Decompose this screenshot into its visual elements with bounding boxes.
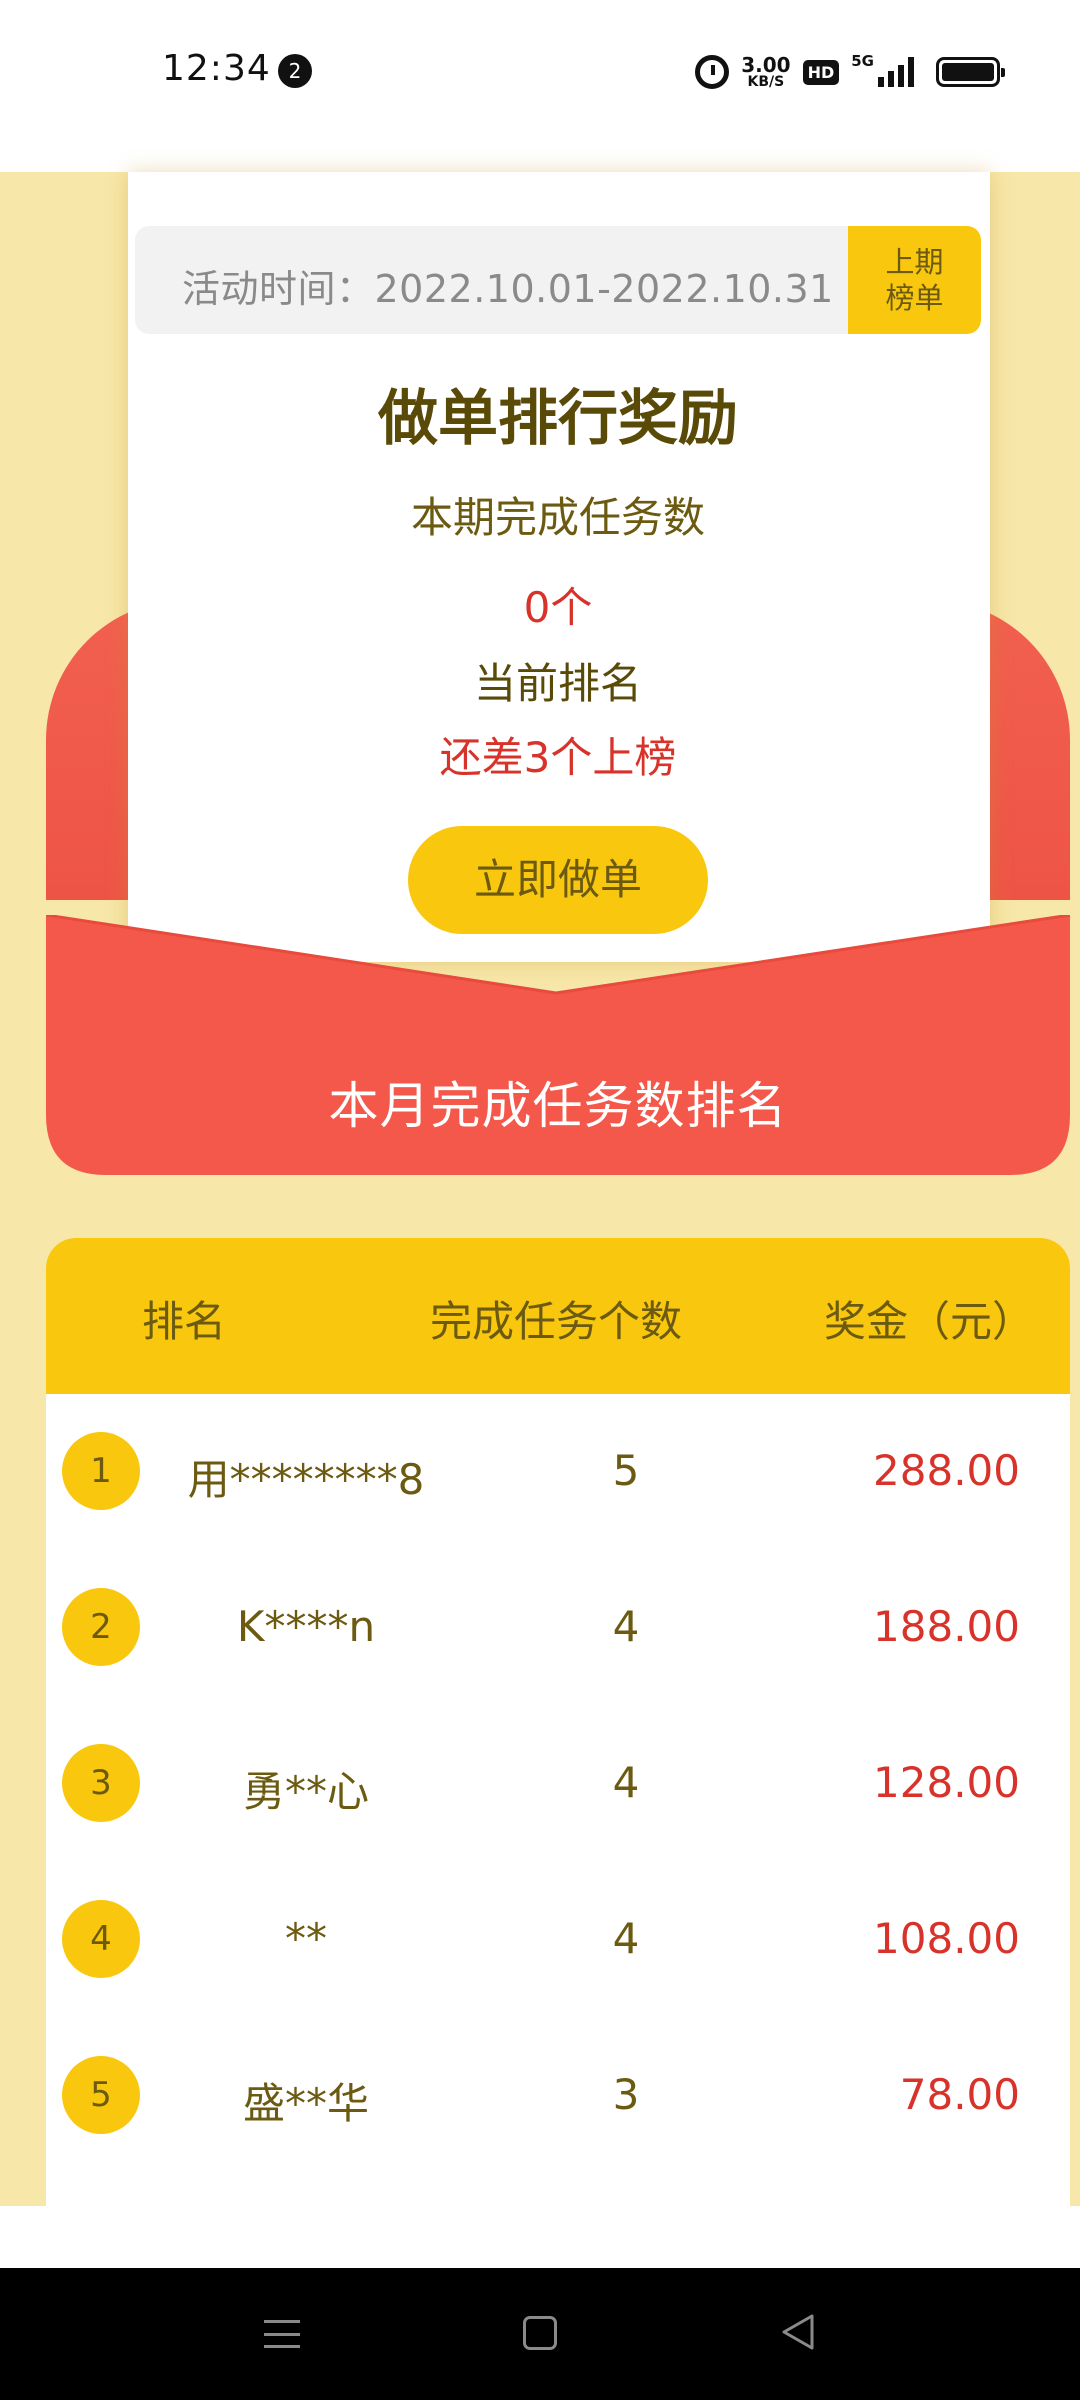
bonus-amount: 108.00 [873,1914,1020,1963]
previous-list-label-line2: 榜单 [885,281,944,316]
month-rank-title: 本月完成任务数排名 [328,1077,788,1135]
header-task-count: 完成任务个数 [430,1297,683,1346]
status-icons: 3.00 KB/S HD 5G [695,50,1005,94]
table-row: 5 盛**华 3 78.00 [46,2018,1070,2174]
bonus-amount: 188.00 [873,1602,1020,1651]
back-icon[interactable] [780,2312,816,2352]
bonus-amount: 288.00 [873,1446,1020,1495]
user-name: 勇**心 [242,1767,369,1816]
ranking-table-header: 排名 完成任务个数 奖金（元） [46,1238,1070,1394]
table-row: 1 用********8 5 288.00 [46,1394,1070,1550]
bonus-amount: 128.00 [873,1758,1020,1807]
table-row: 4 ** 4 108.00 [46,1862,1070,2018]
activity-date-range: 活动时间：2022.10.01-2022.10.31 [182,267,834,311]
previous-list-label-line1: 上期 [885,245,944,279]
user-name: 盛**华 [242,2079,369,2128]
table-row: 2 K****n 4 188.00 [46,1550,1070,1706]
task-count: 4 [612,1602,640,1651]
task-count: 4 [612,1758,640,1807]
user-name: K****n [236,1602,376,1651]
period-task-label: 本期完成任务数 [410,493,705,542]
task-count: 3 [612,2070,640,2119]
notification-badge: 2 [278,54,312,88]
page-title: 做单排行奖励 [378,384,738,454]
bonus-amount: 78.00 [899,2070,1020,2119]
status-bar: 12:34 2 3.00 KB/S HD 5G [0,0,1080,140]
header-rank: 排名 [142,1297,227,1346]
menu-icon[interactable] [264,2316,300,2352]
table-row: 3 勇**心 4 128.00 [46,1706,1070,1862]
rank-gap-text: 还差3个上榜 [439,733,677,782]
net-speed: 3.00 KB/S [741,55,790,89]
header-bonus: 奖金（元） [824,1297,1035,1346]
signal-icon [878,57,914,87]
task-count: 4 [612,1914,640,1963]
period-task-count: 0个 [523,583,593,632]
previous-list-button[interactable]: 上期 榜单 [848,226,981,334]
network-type: 5G [851,52,874,70]
battery-icon [936,57,1005,87]
net-speed-value: 3.00 [741,53,791,77]
status-time: 12:34 [162,48,271,89]
do-order-button[interactable]: 立即做单 [408,826,708,934]
system-nav-bar [0,2268,1080,2400]
task-count: 5 [612,1446,640,1495]
current-rank-label: 当前排名 [473,659,642,708]
ranking-table: 排名 完成任务个数 奖金（元） 1 用********8 5 288.00 2 … [46,1238,1070,2206]
hd-icon: HD [802,59,840,85]
net-speed-unit: KB/S [747,74,785,90]
user-name: 用********8 [187,1455,425,1504]
user-name: ** [285,1914,327,1963]
home-icon[interactable] [523,2316,557,2350]
alarm-icon [695,55,730,89]
